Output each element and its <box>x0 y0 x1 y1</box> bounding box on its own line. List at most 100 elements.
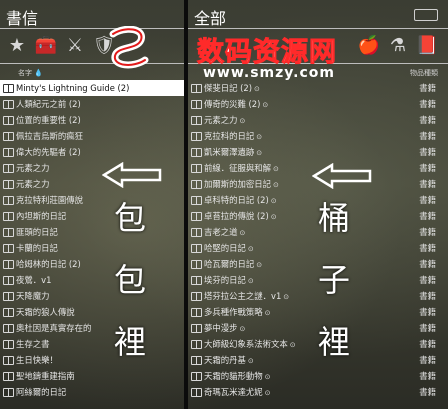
item-type: 書籍 <box>419 291 436 301</box>
tab-star-icon[interactable]: ★ <box>4 32 30 58</box>
tab-apple-icon[interactable]: 🍎 <box>356 32 382 58</box>
inventory-list-item[interactable]: Minty's Lightning Guide (2) <box>0 80 184 96</box>
book-icon <box>3 228 14 237</box>
item-name: 匪頭的日記 <box>16 227 58 237</box>
item-type: 書籍 <box>419 179 436 189</box>
container-list-item[interactable]: 克拉科的日記 ⊙ 書籍 <box>188 128 448 144</box>
annotation-inventory-char-1: 包 <box>113 199 146 237</box>
book-icon <box>191 84 202 93</box>
item-name: 夢中漫步 ⊙ <box>204 320 245 337</box>
item-name: 奧杜因是真實存在的 <box>16 323 92 333</box>
book-icon <box>3 148 14 157</box>
tab-swords-icon[interactable]: ⚔ <box>62 32 88 58</box>
book-icon <box>3 116 14 125</box>
inventory-list-item[interactable]: 聖地鑄重建指南 <box>0 368 184 384</box>
inventory-list-item[interactable]: 內坦斯的日記 <box>0 208 184 224</box>
read-status-icon: ⊙ <box>254 85 260 93</box>
container-list-item[interactable]: 哈堅的日記 ⊙ 書籍 <box>188 240 448 256</box>
read-status-icon: ⊙ <box>262 101 269 109</box>
item-name: 內坦斯的日記 <box>16 211 67 221</box>
book-icon <box>3 100 14 109</box>
book-icon <box>191 148 202 157</box>
read-status-icon: ⊙ <box>270 213 277 221</box>
annotation-inventory-char-2: 包 <box>113 261 146 299</box>
inventory-list-item[interactable]: 生存之書 <box>0 336 184 352</box>
book-icon <box>3 292 14 301</box>
container-list-item[interactable]: 傑斐日記 (2) ⊙ 書籍 <box>188 80 448 96</box>
item-name: 大師級幻象系法術文本 ⊙ <box>204 336 296 353</box>
book-icon <box>191 180 202 189</box>
item-name: 奇瑪瓦米達尤妮 ⊙ <box>204 384 271 401</box>
read-status-icon: ⊙ <box>239 325 246 333</box>
inventory-list-item[interactable]: 克拉特利莊園傳說 <box>0 192 184 208</box>
annotation-inventory-char-3: 裡 <box>113 323 146 361</box>
inventory-list-item[interactable]: 偉大的先驅者 (2) <box>0 144 184 160</box>
item-name: 聖地鑄重建指南 <box>16 371 75 381</box>
container-list-item[interactable]: 凱米爾澤遺跡 ⊙ 書籍 <box>188 144 448 160</box>
item-type-column-label[interactable]: 物品種類 <box>410 68 438 78</box>
item-name: 位置的重要性 (2) <box>16 115 81 125</box>
inventory-list-item[interactable]: 哈姆林的日記 (2) <box>0 256 184 272</box>
watermark-cn-text: 数码资源网 <box>197 37 337 69</box>
droplet-icon: 💧 <box>34 69 43 77</box>
read-status-icon: ⊙ <box>247 277 254 285</box>
arrow-left-icon <box>102 162 162 188</box>
item-type: 書籍 <box>419 83 436 93</box>
inventory-list-item[interactable]: 匪頭的日記 <box>0 224 184 240</box>
item-name: 吉老之道 ⊙ <box>204 224 245 241</box>
inventory-list-item[interactable]: 生日快樂！ <box>0 352 184 368</box>
inventory-list-item[interactable]: 夜鶯．v1 <box>0 272 184 288</box>
item-name: 生存之書 <box>16 339 50 349</box>
book-icon <box>191 276 202 285</box>
name-column-label[interactable]: 名字 💧 <box>18 68 43 78</box>
tab-mortar-icon[interactable]: ⚗ <box>385 32 411 58</box>
container-title: 全部 <box>194 9 227 28</box>
item-name: 卓科特的日記 (2) ⊙ <box>204 192 277 209</box>
item-type: 書籍 <box>419 243 436 253</box>
tab-chest-icon[interactable]: 🧰 <box>33 32 59 58</box>
container-list-item[interactable]: 元素之力 ⊙ 書籍 <box>188 112 448 128</box>
item-name: 哈姆林的日記 (2) <box>16 259 81 269</box>
container-weight-indicator <box>414 9 438 21</box>
inventory-list-item[interactable]: 人類紀元之前 (2) <box>0 96 184 112</box>
tab-book-icon[interactable]: 📕 <box>414 32 440 58</box>
item-type: 書籍 <box>419 115 436 125</box>
annotation-container-char-1: 桶 <box>317 199 350 237</box>
container-list-item[interactable]: 傳奇的災難 (2) ⊙ 書籍 <box>188 96 448 112</box>
inventory-list-item[interactable]: 天霜的狼人傳說 <box>0 304 184 320</box>
item-name: 卡蘭的日記 <box>16 243 58 253</box>
inventory-list-item[interactable]: 卡蘭的日記 <box>0 240 184 256</box>
item-type: 書籍 <box>419 195 436 205</box>
inventory-list-item[interactable]: 位置的重要性 (2) <box>0 112 184 128</box>
container-list-item[interactable]: 多兵種作戰策略 ⊙ 書籍 <box>188 304 448 320</box>
item-type: 書籍 <box>419 387 436 397</box>
book-icon <box>3 356 14 365</box>
item-name: 克拉科的日記 ⊙ <box>204 128 262 145</box>
item-name: 佩拉吉烏斯的瘋狂 <box>16 131 83 141</box>
item-name: 偉大的先驅者 (2) <box>16 147 81 157</box>
book-icon <box>191 388 202 397</box>
book-icon <box>191 340 202 349</box>
container-list-item[interactable]: 天霜的貓形動物 ⊙ 書籍 <box>188 368 448 384</box>
book-icon <box>191 212 202 221</box>
container-list-item[interactable]: 奇瑪瓦米達尤妮 ⊙ 書籍 <box>188 384 448 400</box>
inventory-list-item[interactable]: 阿絲爾的日記 <box>0 384 184 400</box>
book-icon <box>3 196 14 205</box>
item-type: 書籍 <box>419 371 436 381</box>
item-type: 書籍 <box>419 163 436 173</box>
inventory-list-item[interactable]: 奧杜因是真實存在的 <box>0 320 184 336</box>
inventory-panel: 書信 ★ 🧰 ⚔ 🛡 名字 💧 Minty's Lightning Guide (2)… <box>0 0 184 409</box>
inventory-list-item[interactable]: 佩拉吉烏斯的瘋狂 <box>0 128 184 144</box>
item-name: 生日快樂！ <box>16 355 58 365</box>
book-icon <box>3 260 14 269</box>
book-icon <box>191 292 202 301</box>
book-icon <box>191 356 202 365</box>
inventory-item-list: Minty's Lightning Guide (2) 人類紀元之前 (2) 位置的… <box>0 80 184 400</box>
read-status-icon: ⊙ <box>264 373 271 381</box>
book-icon <box>3 164 14 173</box>
read-status-icon: ⊙ <box>247 245 254 253</box>
read-status-icon: ⊙ <box>256 261 263 269</box>
read-status-icon: ⊙ <box>239 229 246 237</box>
inventory-list-item[interactable]: 天降魔力 <box>0 288 184 304</box>
arrow-left-icon <box>312 163 372 189</box>
